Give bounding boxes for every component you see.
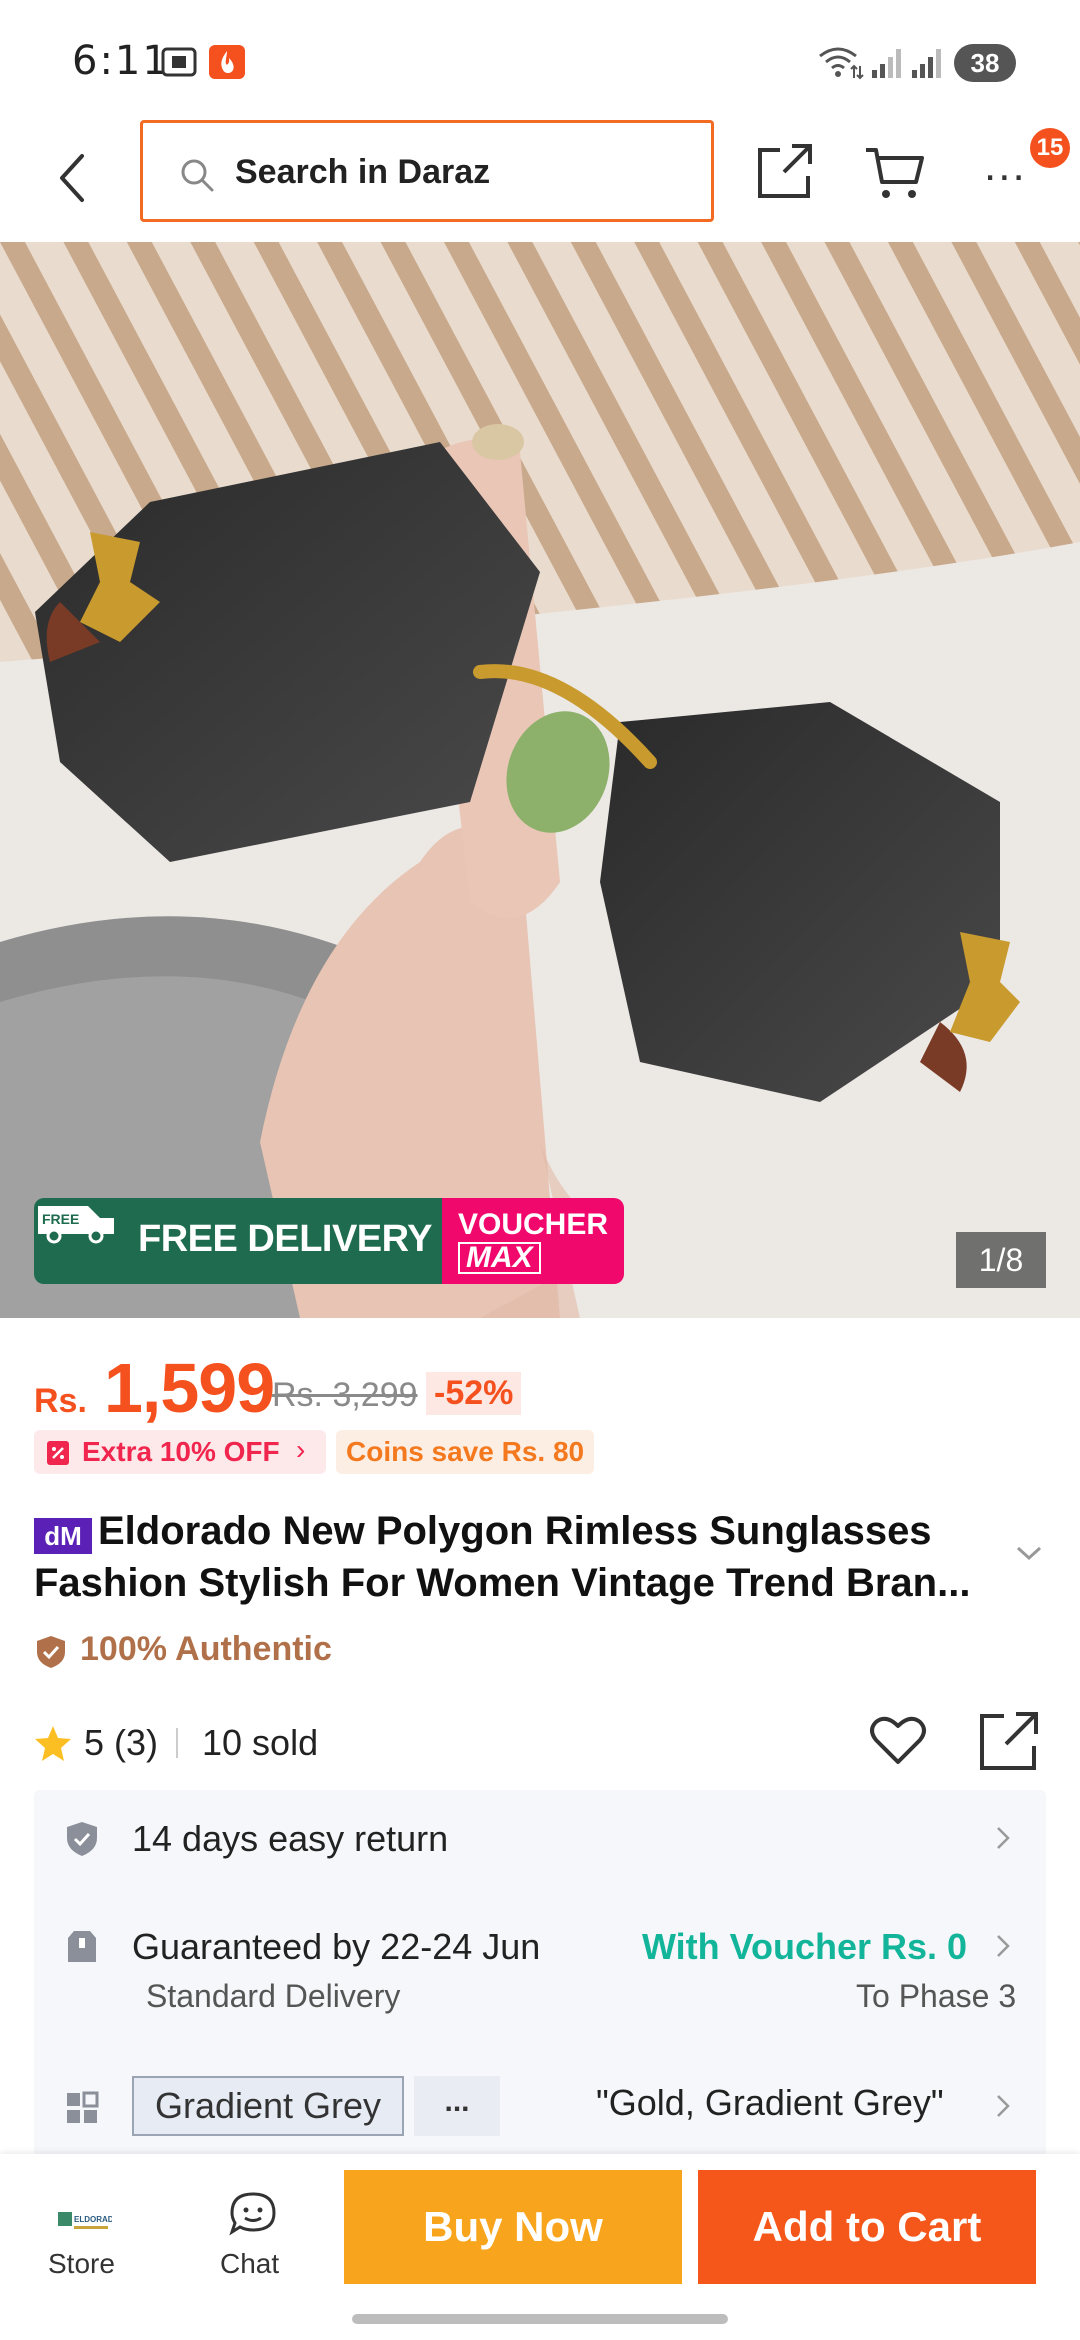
star-icon <box>35 1726 71 1761</box>
current-price: 1,599 <box>104 1349 275 1427</box>
max-label: MAX <box>458 1242 541 1274</box>
original-price: Rs. 3,299 <box>272 1376 418 1414</box>
rating-count: (3) <box>114 1722 159 1763</box>
chevron-right-icon <box>997 2095 1010 2117</box>
delivery-destination: To Phase 3 <box>856 1978 1017 2014</box>
extra-off-label: Extra 10% OFF <box>82 1436 280 1467</box>
chat-label: Chat <box>220 2248 280 2279</box>
free-delivery-banner: FREE FREE DELIVERY <box>34 1198 442 1284</box>
store-logo: ELDORADO <box>58 2212 112 2229</box>
more-menu-icon[interactable]: ... <box>984 144 1027 188</box>
product-title-block: dM Eldorado New Polygon Rimless Sunglasse… <box>34 1506 1014 1608</box>
extra-off-promo[interactable]: Extra 10% OFF › <box>34 1430 326 1474</box>
add-to-cart-button[interactable]: Add to Cart <box>698 2170 1036 2284</box>
image-counter: 1/8 <box>956 1232 1046 1288</box>
brand-logo: dM <box>34 1517 92 1554</box>
voucher-icon <box>47 1441 69 1465</box>
delivery-type: Standard Delivery <box>146 1978 401 2014</box>
shield-icon <box>67 1822 97 1856</box>
search-placeholder: Search in Daraz <box>235 153 491 191</box>
bottom-action-bar: ELDORADO Store Chat Buy Now Add to Cart <box>0 2154 1080 2340</box>
chat-button[interactable]: Chat <box>196 2168 316 2288</box>
rating-row: 5 (3) 10 sold <box>34 1710 1054 1774</box>
variant-option-more[interactable]: ... <box>414 2076 500 2136</box>
daraz-app-icon <box>209 45 245 79</box>
back-arrow-icon[interactable] <box>48 148 98 208</box>
chevron-right-icon <box>997 1827 1010 1849</box>
authentic-label: 100% Authentic <box>80 1630 332 1668</box>
heart-icon[interactable] <box>868 1712 928 1768</box>
status-time: 6:11 <box>72 38 170 84</box>
chat-icon <box>229 2192 276 2236</box>
delivery-date: Guaranteed by 22-24 Jun <box>132 1926 541 1967</box>
battery-indicator: 38 <box>954 44 1016 82</box>
divider <box>176 1728 178 1758</box>
variant-option-selected[interactable]: Gradient Grey <box>132 2076 404 2136</box>
top-nav: Search in Daraz ... 15 <box>0 118 1080 242</box>
shield-check-icon <box>37 1636 65 1668</box>
cart-badge: 15 <box>1030 128 1070 168</box>
discount-badge: -52% <box>426 1372 522 1415</box>
search-icon <box>181 159 214 192</box>
product-image[interactable]: FREE FREE DELIVERY VOUCHER MAX 1/8 <box>0 242 1080 1318</box>
share-icon[interactable] <box>754 142 816 202</box>
service-info-card: 14 days easy return Guaranteed by 22-24 … <box>34 1790 1046 2160</box>
store-logo-text: ELDORADO <box>74 2215 112 2224</box>
signal-icon-2 <box>912 49 941 78</box>
search-input[interactable]: Search in Daraz <box>140 120 714 222</box>
coins-save-promo: Coins save Rs. 80 <box>336 1430 595 1474</box>
home-indicator[interactable] <box>352 2314 728 2324</box>
product-title: Eldorado New Polygon Rimless Sunglasses … <box>34 1509 971 1605</box>
voucher-shipping-offer: With Voucher Rs. 0 <box>642 1926 968 1967</box>
status-bar: 6:11 38 <box>0 0 1080 118</box>
screenshot-icon <box>161 47 197 77</box>
price-row: Rs. 1,599 Rs. 3,299 -52% <box>34 1348 1054 1428</box>
currency-label: Rs. <box>34 1382 87 1420</box>
share-icon[interactable] <box>978 1710 1040 1772</box>
delivery-truck-icon: FREE <box>38 1206 114 1244</box>
free-tag-label: FREE <box>42 1211 79 1227</box>
buy-now-button[interactable]: Buy Now <box>344 2170 682 2284</box>
store-button[interactable]: ELDORADO Store <box>26 2168 146 2288</box>
sunglasses-photo <box>0 242 1080 1318</box>
rating-value[interactable]: 5 (3) <box>84 1722 158 1764</box>
return-policy-label: 14 days easy return <box>132 1818 449 1859</box>
voucher-label: VOUCHER <box>458 1208 609 1241</box>
free-delivery-label: FREE DELIVERY <box>138 1218 433 1260</box>
signal-icon-1 <box>872 49 901 78</box>
wifi-icon <box>819 47 864 80</box>
cart-icon[interactable] <box>864 144 926 202</box>
store-label: Store <box>48 2248 115 2279</box>
grid-icon <box>67 2091 99 2123</box>
chevron-right-icon: › <box>296 1434 306 1465</box>
rating-score: 5 <box>84 1722 105 1763</box>
chevron-right-icon <box>997 1935 1010 1957</box>
voucher-max-badge: VOUCHER MAX <box>442 1198 624 1284</box>
selected-variant-label: "Gold, Gradient Grey" <box>596 2082 944 2123</box>
package-icon <box>68 1931 96 1962</box>
chevron-down-icon[interactable] <box>1014 1542 1044 1564</box>
sold-count: 10 sold <box>202 1722 319 1763</box>
